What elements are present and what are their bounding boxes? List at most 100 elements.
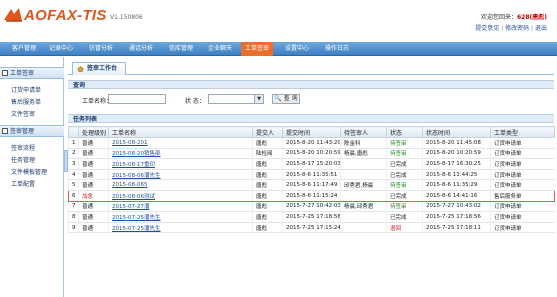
ticket-name-link[interactable]: 2015-08-20销售部 xyxy=(108,148,253,160)
ticket-name-link[interactable]: 2015-07-25潘先生 xyxy=(108,222,253,234)
nav-operation-log[interactable]: 操作日志 xyxy=(322,42,352,56)
priority-cell: 加急 xyxy=(78,189,109,202)
column-header-index xyxy=(68,126,79,138)
sidebar-item-order-request[interactable]: 订货申请单 xyxy=(11,85,41,94)
nav-info-mgmt[interactable]: 信库管理 xyxy=(166,42,196,56)
column-header-reviewer[interactable]: 待签审人 xyxy=(340,126,387,138)
nav-customer-mgmt[interactable]: 客户管理 xyxy=(6,42,42,56)
status-label: 状 态： xyxy=(185,98,205,105)
table-row[interactable]: 4 普通 2015-08-06潘先生 唐彪 2015-8-6 11:35:51 已完成 20… xyxy=(68,169,555,181)
ticket-name-link[interactable]: 2015-07-25潘先生 xyxy=(108,211,253,223)
logo-text: AOFAX-TIS xyxy=(24,7,107,24)
logout-link[interactable]: 退出 xyxy=(535,25,547,32)
search-button-label: 查 询 xyxy=(283,95,298,102)
minus-box-icon[interactable] xyxy=(2,70,8,76)
table-row[interactable]: 1 普通 2015-08-201 唐彪 2015-8-20 11:43:20 陈金科 待签审… xyxy=(68,137,555,149)
submit-time-cell: 2015-8-20 11:43:20 xyxy=(282,137,341,149)
row-index: 2 xyxy=(68,148,79,160)
table-row[interactable]: 7 普通 2015-07-27潘 唐彪 2015-7-27 10:42:03 杨晨,邱秀君… xyxy=(68,201,555,213)
column-header-submit-time[interactable]: 提交时间 xyxy=(282,126,341,138)
welcome-message: 欢迎您回来：628(唐彪) xyxy=(481,12,547,21)
row-index: 9 xyxy=(68,222,79,234)
tab-bar: 签审工作台 xyxy=(68,62,554,75)
column-header-status-time[interactable]: 状态时间 xyxy=(422,126,491,138)
ticket-name-link[interactable]: 2015-07-27潘 xyxy=(108,201,253,213)
ticket-name-input[interactable] xyxy=(108,94,166,104)
search-button[interactable]: 🔍 查 询 xyxy=(272,94,300,104)
ticket-type-cell: 订货申请单 xyxy=(490,201,555,213)
priority-cell: 普通 xyxy=(78,137,109,149)
nav-settings-center[interactable]: 设置中心 xyxy=(282,42,312,56)
status-time-cell: 2015-8-6 14:41:16 xyxy=(422,189,491,202)
sidebar-item-task-mgmt[interactable]: 任务管理 xyxy=(11,155,35,164)
submit-time-cell: 2015-7-27 10:42:03 xyxy=(282,201,341,213)
table-row[interactable]: 6 加急 2015-08-06测试 唐彪 2015-8-6 11:15:24 已完成 201… xyxy=(68,189,555,202)
row-index: 1 xyxy=(68,137,79,149)
column-header-ticket-type[interactable]: 工单类型 xyxy=(490,126,555,138)
sidebar-group-title: 签审管理 xyxy=(10,128,35,135)
priority-cell: 普通 xyxy=(78,148,109,160)
sidebar-item-ticket-config[interactable]: 工单配置 xyxy=(11,179,35,188)
sidebar-item-file-review[interactable]: 文件签审 xyxy=(11,109,35,118)
status-cell: 退回 xyxy=(386,222,423,234)
nav-enterprise-chat[interactable]: 企业聊天 xyxy=(204,42,236,56)
status-select[interactable]: ▼ xyxy=(208,94,264,104)
nav-record-center[interactable]: 记录中心 xyxy=(46,42,76,56)
status-cell: 已完成 xyxy=(386,169,423,181)
submitter-cell: 唐彪 xyxy=(252,222,283,234)
status-time-cell: 2015-8-20 10:20:59 xyxy=(422,148,491,160)
status-time-cell: 2015-8-6 11:35:29 xyxy=(422,179,491,191)
status-cell: 待签审 xyxy=(386,179,423,191)
tab-review-workbench[interactable]: 签审工作台 xyxy=(72,62,127,75)
column-header-priority[interactable]: 处理级别 xyxy=(78,126,109,138)
sidebar-item-template-mgmt[interactable]: 文件模板管理 xyxy=(11,167,47,176)
change-password-link[interactable]: 修改密码 xyxy=(505,25,529,32)
query-section-title: 查询 xyxy=(68,80,554,89)
welcome-prefix: 欢迎您回来： xyxy=(480,14,517,21)
reviewer-cell: 杨晨,唐彪 xyxy=(340,148,387,160)
column-header-ticket-name[interactable]: 工单名称 xyxy=(108,126,253,138)
nav-ticket-review[interactable]: 工单签审 xyxy=(241,42,273,56)
ticket-type-cell: 售后服务单 xyxy=(490,189,555,202)
sidebar-group-review-mgmt[interactable]: 签审管理 xyxy=(0,125,64,137)
minus-box-icon[interactable] xyxy=(2,128,8,134)
submit-time-cell: 2015-8-6 11:17:49 xyxy=(282,179,341,191)
nav-call-analysis[interactable]: 通话分析 xyxy=(126,42,156,56)
table-row[interactable]: 8 普通 2015-07-25潘先生 唐彪 2015-7-25 17:18:56 已完成 2… xyxy=(68,211,555,223)
table-row[interactable]: 5 普通 2015-08-065 唐彪 2015-8-6 11:17:49 邱秀君,杨晨待… xyxy=(68,179,555,191)
app-header: AOFAX-TIS V1.150806 欢迎您回来：628(唐彪) 提交意见 |… xyxy=(0,0,557,40)
column-header-submitter[interactable]: 提交人 xyxy=(252,126,283,138)
sidebar-item-after-sales[interactable]: 售后服务单 xyxy=(11,97,41,106)
table-row[interactable]: 2 普通 2015-08-20销售部 陆检阅 2015-8-20 10:20:59 杨晨,… xyxy=(68,148,555,160)
sidebar-group-ticket-review[interactable]: 工单签审 xyxy=(0,67,64,79)
submit-time-cell: 2015-8-6 11:35:51 xyxy=(282,169,341,181)
submitter-cell: 唐彪 xyxy=(252,179,283,191)
status-time-cell: 2015-7-25 17:18:56 xyxy=(422,211,491,223)
status-cell: 已完成 xyxy=(386,211,423,223)
nav-imitation-analysis[interactable]: 仿冒分析 xyxy=(86,42,116,56)
ticket-name-link[interactable]: 2015-08-065 xyxy=(108,179,253,191)
table-row[interactable]: 3 普通 2015-08-17重印 唐彪 2015-8-17 15:20:03 已完成 20… xyxy=(68,158,555,170)
priority-cell: 普通 xyxy=(78,169,109,181)
sidebar: 工单签审 订货申请单 售后服务单 文件签审 签审管理 签审流程 任务管理 文件模… xyxy=(0,57,64,297)
ticket-name-link[interactable]: 2015-08-201 xyxy=(108,137,253,149)
sidebar-item-review-flow[interactable]: 签审流程 xyxy=(11,143,35,152)
table-row[interactable]: 9 普通 2015-07-25潘先生 唐彪 2015-7-25 17:15:24 退回 20… xyxy=(68,222,555,234)
ticket-name-link[interactable]: 2015-08-17重印 xyxy=(108,158,253,170)
chevron-down-icon[interactable]: ▼ xyxy=(254,95,263,103)
priority-cell: 普通 xyxy=(78,222,109,234)
submitter-cell: 唐彪 xyxy=(252,189,283,202)
priority-cell: 普通 xyxy=(78,179,109,191)
column-header-status[interactable]: 状态 xyxy=(386,126,423,138)
ticket-name-link[interactable]: 2015-08-06潘先生 xyxy=(108,169,253,181)
ticket-type-cell: 订货申请单 xyxy=(490,179,555,191)
reviewer-cell: 邱秀君,杨晨 xyxy=(340,179,387,191)
submitter-cell: 唐彪 xyxy=(252,158,283,170)
ticket-name-link[interactable]: 2015-08-06测试 xyxy=(108,189,253,202)
header-links: 提交意见 | 修改密码 | 退出 xyxy=(475,23,547,32)
task-table: 处理级别 工单名称 提交人 提交时间 待签审人 状态 状态时间 工单类型 1 普通… xyxy=(68,126,555,234)
table-header-row: 处理级别 工单名称 提交人 提交时间 待签审人 状态 状态时间 工单类型 xyxy=(68,126,555,138)
priority-cell: 普通 xyxy=(78,201,109,213)
status-cell: 已完成 xyxy=(386,158,423,170)
feedback-link[interactable]: 提交意见 xyxy=(475,25,499,32)
